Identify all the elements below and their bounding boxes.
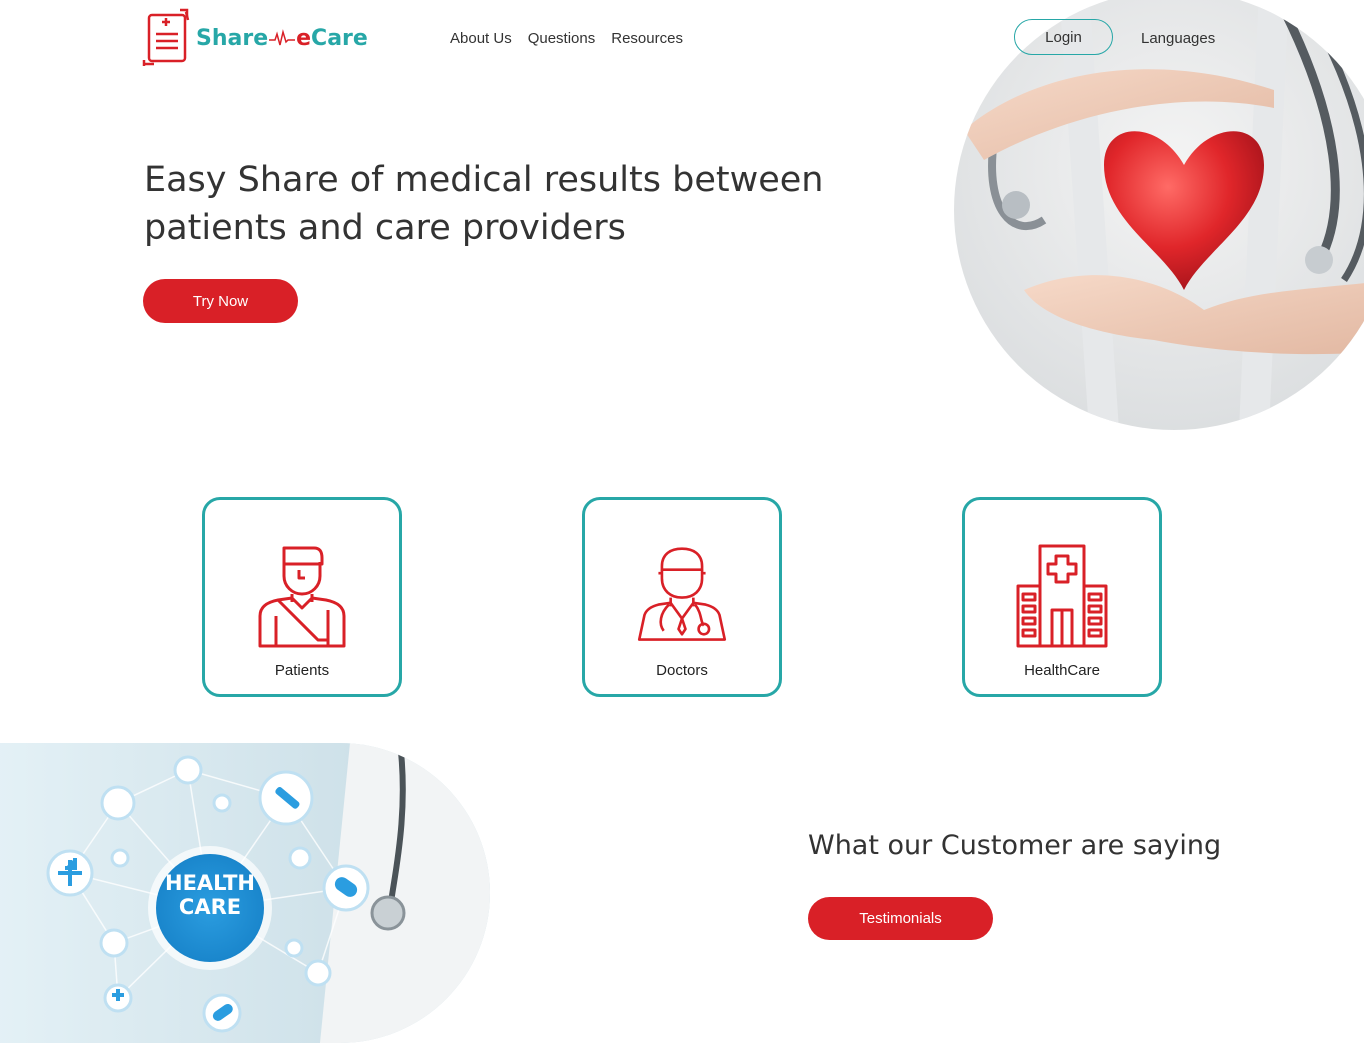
- brand-name-part1: Share: [196, 25, 269, 51]
- hospital-icon: [1016, 544, 1108, 648]
- brand-name-part2: e: [296, 25, 312, 51]
- nav-resources[interactable]: Resources: [611, 30, 683, 47]
- medical-document-icon: [142, 8, 190, 66]
- doctors-label: Doctors: [656, 662, 708, 679]
- testimonials-title: What our Customer are saying: [808, 830, 1222, 861]
- try-now-button[interactable]: Try Now: [143, 279, 298, 323]
- brand-logo[interactable]: Share e Care: [142, 8, 368, 68]
- doctor-icon: [637, 547, 727, 641]
- care-label: CARE: [178, 895, 242, 919]
- brand-name: Share e Care: [196, 26, 368, 51]
- hero-title: Easy Share of medical results between pa…: [144, 160, 824, 248]
- login-button[interactable]: Login: [1014, 19, 1113, 55]
- healthcare-label: HealthCare: [1024, 662, 1100, 679]
- heartbeat-icon: [269, 29, 296, 46]
- testimonials-button[interactable]: Testimonials: [808, 897, 993, 940]
- nav-questions[interactable]: Questions: [528, 30, 596, 47]
- health-care-illustration: HEALTH CARE: [0, 743, 490, 1043]
- doctors-card[interactable]: Doctors: [582, 497, 782, 697]
- health-label: HEALTH: [165, 871, 255, 895]
- patients-card[interactable]: Patients: [202, 497, 402, 697]
- brand-name-part3: Care: [311, 25, 368, 51]
- languages-menu[interactable]: Languages: [1141, 30, 1215, 47]
- main-nav: About Us Questions Resources: [450, 30, 683, 47]
- patients-label: Patients: [274, 662, 330, 679]
- hero-heart-hands-image: [954, 0, 1364, 430]
- nav-about-us[interactable]: About Us: [450, 30, 512, 47]
- patient-icon: [258, 546, 346, 648]
- healthcare-card[interactable]: HealthCare: [962, 497, 1162, 697]
